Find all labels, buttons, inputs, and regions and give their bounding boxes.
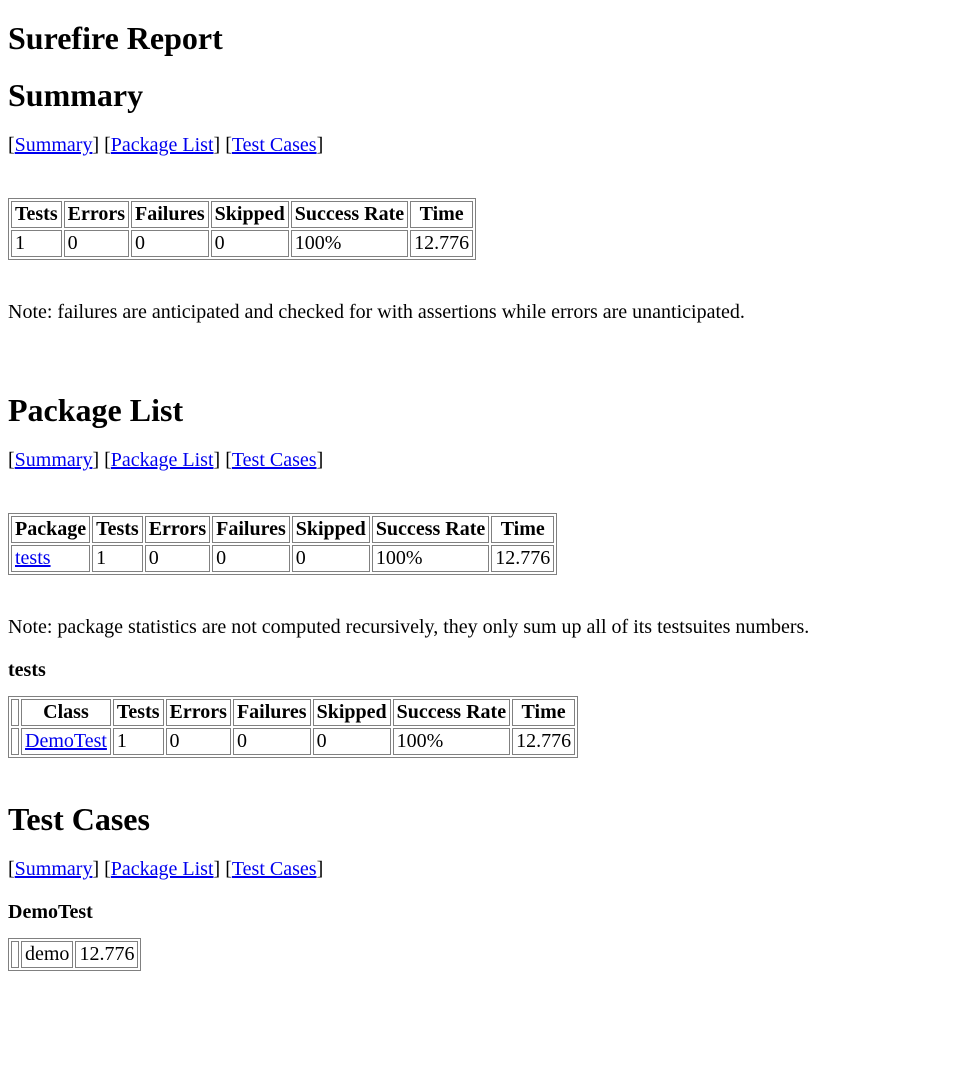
cell-errors: 0: [166, 728, 231, 755]
nav-links: [Summary] [Package List] [Test Cases]: [8, 858, 966, 881]
cell-failures: 0: [212, 545, 290, 572]
nav-link-package-list[interactable]: Package List: [111, 858, 214, 880]
nav-links: [Summary] [Package List] [Test Cases]: [8, 134, 966, 157]
cell-class: DemoTest: [21, 728, 111, 755]
header-failures: Failures: [212, 516, 290, 543]
test-cases-heading: Test Cases: [8, 801, 966, 838]
cell-time: 12.776: [491, 545, 554, 572]
nav-link-test-cases[interactable]: Test Cases: [232, 134, 317, 156]
package-list-heading: Package List: [8, 392, 966, 429]
cell-package: tests: [11, 545, 90, 572]
header-tests: Tests: [113, 699, 164, 726]
cell-success-rate: 100%: [393, 728, 510, 755]
cell-time: 12.776: [75, 941, 138, 968]
header-tests: Tests: [92, 516, 143, 543]
header-time: Time: [512, 699, 575, 726]
nav-links: [Summary] [Package List] [Test Cases]: [8, 449, 966, 472]
header-errors: Errors: [145, 516, 210, 543]
header-failures: Failures: [131, 201, 209, 228]
header-blank: [11, 699, 19, 726]
page-title: Surefire Report: [8, 20, 966, 57]
cell-tests: 1: [92, 545, 143, 572]
header-skipped: Skipped: [292, 516, 370, 543]
package-table: Package Tests Errors Failures Skipped Su…: [8, 513, 557, 575]
header-errors: Errors: [166, 699, 231, 726]
header-time: Time: [410, 201, 473, 228]
cell-success-rate: 100%: [372, 545, 489, 572]
table-row: tests 1 0 0 0 100% 12.776: [11, 545, 554, 572]
table-row: demo 12.776: [11, 941, 138, 968]
header-time: Time: [491, 516, 554, 543]
package-link-tests[interactable]: tests: [15, 547, 51, 569]
cell-skipped: 0: [211, 230, 289, 257]
table-row: DemoTest 1 0 0 0 100% 12.776: [11, 728, 575, 755]
header-failures: Failures: [233, 699, 311, 726]
table-header-row: Tests Errors Failures Skipped Success Ra…: [11, 201, 473, 228]
table-header-row: Class Tests Errors Failures Skipped Succ…: [11, 699, 575, 726]
nav-link-test-cases[interactable]: Test Cases: [232, 858, 317, 880]
class-table: Class Tests Errors Failures Skipped Succ…: [8, 696, 578, 758]
header-class: Class: [21, 699, 111, 726]
nav-link-test-cases[interactable]: Test Cases: [232, 449, 317, 471]
header-errors: Errors: [64, 201, 129, 228]
header-skipped: Skipped: [313, 699, 391, 726]
table-row: 1 0 0 0 100% 12.776: [11, 230, 473, 257]
table-header-row: Package Tests Errors Failures Skipped Su…: [11, 516, 554, 543]
cell-success-rate: 100%: [291, 230, 408, 257]
header-success-rate: Success Rate: [291, 201, 408, 228]
package-subheading-tests: tests: [8, 659, 966, 682]
cell-skipped: 0: [292, 545, 370, 572]
testcase-table: demo 12.776: [8, 938, 141, 971]
cell-errors: 0: [145, 545, 210, 572]
nav-link-summary[interactable]: Summary: [15, 449, 93, 471]
nav-link-package-list[interactable]: Package List: [111, 134, 214, 156]
cell-tests: 1: [113, 728, 164, 755]
testcase-subheading-demotest: DemoTest: [8, 901, 966, 924]
summary-table: Tests Errors Failures Skipped Success Ra…: [8, 198, 476, 260]
header-tests: Tests: [11, 201, 62, 228]
nav-link-summary[interactable]: Summary: [15, 858, 93, 880]
cell-skipped: 0: [313, 728, 391, 755]
cell-blank: [11, 728, 19, 755]
header-skipped: Skipped: [211, 201, 289, 228]
header-success-rate: Success Rate: [393, 699, 510, 726]
cell-name: demo: [21, 941, 73, 968]
cell-time: 12.776: [410, 230, 473, 257]
cell-failures: 0: [131, 230, 209, 257]
cell-blank: [11, 941, 19, 968]
nav-link-summary[interactable]: Summary: [15, 134, 93, 156]
cell-tests: 1: [11, 230, 62, 257]
summary-heading: Summary: [8, 77, 966, 114]
cell-failures: 0: [233, 728, 311, 755]
cell-errors: 0: [64, 230, 129, 257]
nav-link-package-list[interactable]: Package List: [111, 449, 214, 471]
header-package: Package: [11, 516, 90, 543]
package-note: Note: package statistics are not compute…: [8, 616, 966, 639]
class-link-demotest[interactable]: DemoTest: [25, 730, 107, 752]
cell-time: 12.776: [512, 728, 575, 755]
summary-note: Note: failures are anticipated and check…: [8, 301, 966, 324]
header-success-rate: Success Rate: [372, 516, 489, 543]
